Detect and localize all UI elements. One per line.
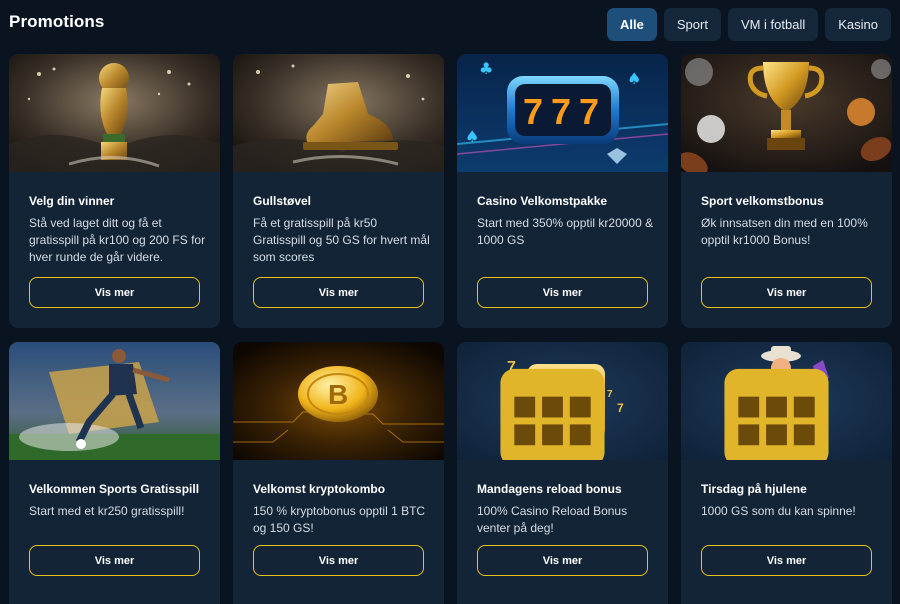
promo-card-velkommen-sports-gratisspill[interactable]: Velkommen Sports Gratisspill Start med e… [9, 342, 220, 604]
card-description: 150 % kryptobonus opptil 1 BTC og 150 GS… [253, 504, 426, 535]
promo-card-tirsdag-pa-hjulene[interactable]: 7 7 7 Tirsdag på hjulene 1000 GS som du … [681, 342, 892, 604]
tab-vm-i-fotball[interactable]: VM i fotball [727, 8, 819, 41]
svg-text:♠: ♠ [627, 69, 641, 88]
promo-card-gullstovel[interactable]: Gullstøvel Få et gratisspill på kr50 Gra… [233, 54, 444, 328]
bitcoin-coin-icon: B [233, 342, 444, 460]
vis-mer-button[interactable]: Vis mer [477, 277, 648, 308]
promo-card-velg-din-vinner[interactable]: Velg din vinner Stå ved laget ditt og få… [9, 54, 220, 328]
tab-alle[interactable]: Alle [607, 8, 657, 41]
svg-text:7: 7 [579, 91, 599, 132]
football-player-icon [9, 342, 220, 460]
slot-machine-icon: 777 7 7 7 [457, 342, 668, 460]
slot-reel-777-icon: 777 ♣ ♠ ♠ [457, 54, 668, 172]
svg-text:B: B [328, 379, 348, 410]
card-description: Øk innsatsen din med en 100% opptil kr10… [701, 216, 868, 247]
page-title: Promotions [9, 12, 105, 31]
cowboy-character-icon: 7 7 7 [681, 342, 892, 460]
vis-mer-button[interactable]: Vis mer [253, 277, 424, 308]
tab-kasino[interactable]: Kasino [825, 8, 891, 41]
vis-mer-button[interactable]: Vis mer [253, 545, 424, 576]
vis-mer-button[interactable]: Vis mer [701, 277, 872, 308]
promo-card-sport-velkomstbonus[interactable]: Sport velkomstbonus Øk innsatsen din med… [681, 54, 892, 328]
svg-text:7: 7 [551, 91, 571, 132]
golden-cup-trophy-icon [681, 54, 892, 172]
card-title: Velkomst kryptokombo [253, 482, 386, 496]
svg-text:7: 7 [523, 91, 543, 132]
vis-mer-button[interactable]: Vis mer [29, 545, 200, 576]
golden-boot-icon [233, 54, 444, 172]
card-title: Velg din vinner [29, 194, 115, 208]
card-title: Sport velkomstbonus [701, 194, 824, 208]
card-title: Gullstøvel [253, 194, 312, 208]
card-title: Tirsdag på hjulene [701, 482, 807, 496]
world-cup-trophy-icon [9, 54, 220, 172]
filter-tabs: Alle Sport VM i fotball Kasino [607, 8, 891, 41]
card-description: Stå ved laget ditt og få et gratisspill … [29, 216, 206, 264]
card-title: Velkommen Sports Gratisspill [29, 482, 200, 496]
promo-card-mandagens-reload-bonus[interactable]: 777 7 7 7 Mandagens reload bonus 100% Ca… [457, 342, 668, 604]
card-description: Få et gratisspill på kr50 Gratisspill og… [253, 216, 430, 264]
card-description: 100% Casino Reload Bonus venter på deg! [477, 504, 628, 535]
promo-card-casino-velkomstpakke[interactable]: 777 ♣ ♠ ♠ Casino Velkomstpakke Start med… [457, 54, 668, 328]
calendar-badge-icon [500, 368, 605, 460]
svg-text:♠: ♠ [465, 127, 479, 146]
promo-card-velkomst-kryptokombo[interactable]: B Velkomst kryptokombo 150 % kryptobonus… [233, 342, 444, 604]
card-description: Start med et kr250 gratisspill! [29, 504, 185, 518]
card-title: Mandagens reload bonus [477, 482, 622, 496]
card-description: 1000 GS som du kan spinne! [701, 504, 856, 518]
card-description: Start med 350% opptil kr20000 & 1000 GS [477, 216, 654, 247]
calendar-badge-icon [724, 368, 829, 460]
promotions-grid: Velg din vinner Stå ved laget ditt og få… [9, 54, 892, 604]
vis-mer-button[interactable]: Vis mer [701, 545, 872, 576]
svg-text:♣: ♣ [479, 59, 493, 78]
vis-mer-button[interactable]: Vis mer [29, 277, 200, 308]
card-title: Casino Velkomstpakke [477, 194, 608, 208]
vis-mer-button[interactable]: Vis mer [477, 545, 648, 576]
tab-sport[interactable]: Sport [663, 8, 721, 41]
